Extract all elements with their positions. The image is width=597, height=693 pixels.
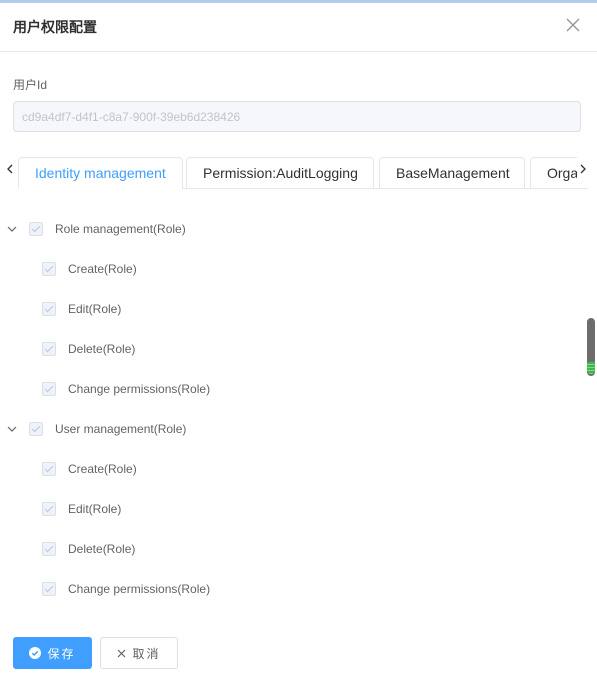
tree-node-delete-role[interactable]: Delete(Role) <box>42 329 135 369</box>
tree-node-change-permissions-role[interactable]: Change permissions(Role) <box>42 569 210 609</box>
tree-node-delete-role[interactable]: Delete(Role) <box>42 529 135 569</box>
tree-node-label: Create(Role) <box>68 262 137 276</box>
checkbox-edit-role[interactable] <box>42 302 56 316</box>
checkbox-role-management[interactable] <box>29 222 43 236</box>
dialog-title: 用户权限配置 <box>13 19 97 35</box>
checkbox-create-role[interactable] <box>42 462 56 476</box>
tree-node-role-management[interactable]: Role management(Role) <box>7 209 186 249</box>
close-icon[interactable] <box>565 17 581 33</box>
checkbox-change-permissions-role[interactable] <box>42 382 56 396</box>
checkbox-delete-role[interactable] <box>42 342 56 356</box>
checkbox-change-permissions-role[interactable] <box>42 582 56 596</box>
tree-node-label: User management(Role) <box>55 422 187 436</box>
tree-node-label: Change permissions(Role) <box>68 582 211 596</box>
tree-node-label: Delete(Role) <box>68 542 136 556</box>
tree-node-label: Edit(Role) <box>68 502 122 516</box>
tree-node-edit-role[interactable]: Edit(Role) <box>42 489 121 529</box>
tree-node-edit-role[interactable]: Edit(Role) <box>42 289 121 329</box>
tree-node-label: Delete(Role) <box>68 342 136 356</box>
checkbox-edit-role[interactable] <box>42 502 56 516</box>
save-button[interactable]: 保存 <box>13 637 92 669</box>
checkbox-create-role[interactable] <box>42 262 56 276</box>
tab-strip: Identity management Permission:AuditLogg… <box>18 150 577 189</box>
cancel-button[interactable]: 取消 <box>100 637 178 669</box>
close-icon <box>117 649 126 658</box>
tree-node-change-permissions-role[interactable]: Change permissions(Role) <box>42 369 210 409</box>
tab-permission-auditlogging[interactable]: Permission:AuditLogging <box>186 157 374 189</box>
cancel-button-label: 取消 <box>132 646 161 661</box>
chevron-left-icon[interactable] <box>4 162 16 176</box>
tab-basemanagement[interactable]: BaseManagement <box>379 157 525 189</box>
chevron-down-icon[interactable] <box>7 424 17 434</box>
tree-node-create-role[interactable]: Create(Role) <box>42 449 137 489</box>
permission-tabs: Identity management Permission:AuditLogg… <box>0 150 597 189</box>
user-id-field[interactable] <box>13 101 581 132</box>
tree-node-label: Change permissions(Role) <box>68 382 211 396</box>
user-id-label: 用户Id <box>13 78 48 92</box>
checkbox-delete-role[interactable] <box>42 542 56 556</box>
tree-node-create-role[interactable]: Create(Role) <box>42 249 137 289</box>
tree-node-label: Role management(Role) <box>55 222 186 236</box>
save-button-label: 保存 <box>47 646 76 661</box>
dialog-header: 用户权限配置 <box>0 3 597 52</box>
tree-node-label: Create(Role) <box>68 462 137 476</box>
chevron-right-icon[interactable] <box>577 162 589 176</box>
tree-node-label: Edit(Role) <box>68 302 122 316</box>
tree-node-user-management[interactable]: User management(Role) <box>7 409 186 449</box>
scrollbar-accent <box>587 362 595 374</box>
tab-orga[interactable]: Orga <box>530 157 577 189</box>
check-circle-icon <box>29 647 42 659</box>
tab-identity-management[interactable]: Identity management <box>18 157 183 189</box>
checkbox-user-management[interactable] <box>29 422 43 436</box>
chevron-down-icon[interactable] <box>7 224 17 234</box>
